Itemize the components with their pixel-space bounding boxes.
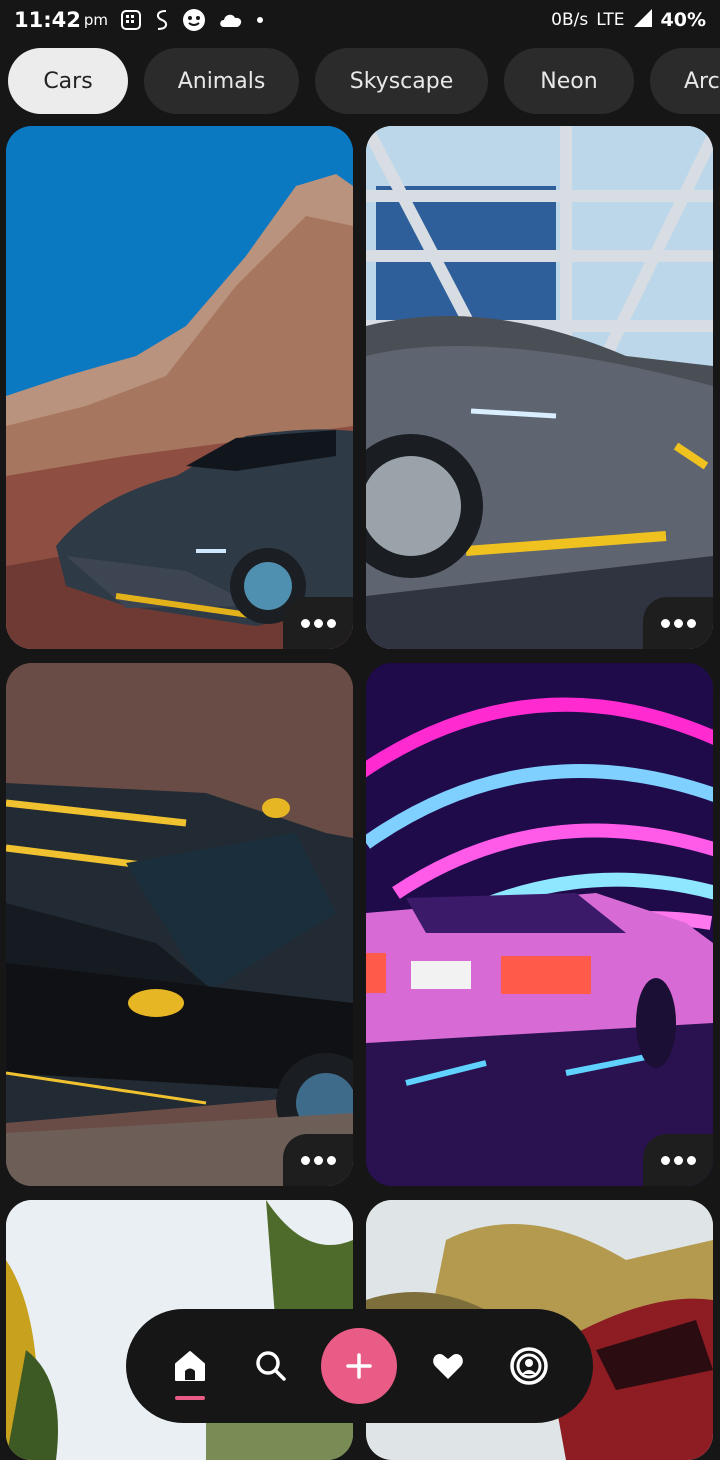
profile-icon xyxy=(509,1347,548,1385)
chip-arc[interactable]: Arc xyxy=(650,48,720,114)
home-icon xyxy=(175,1351,206,1381)
calculator-icon xyxy=(120,9,142,31)
wallpaper-card[interactable] xyxy=(366,663,713,1186)
wallpaper-card[interactable] xyxy=(6,663,353,1186)
nav-add-button[interactable] xyxy=(321,1328,398,1404)
wallpaper-image xyxy=(366,663,713,1186)
chip-neon[interactable]: Neon xyxy=(504,48,634,114)
wallpaper-card[interactable] xyxy=(6,126,353,649)
heart-icon xyxy=(433,1354,463,1379)
wallpaper-image xyxy=(6,126,353,649)
chip-skyscape[interactable]: Skyscape xyxy=(315,48,488,114)
app-notification-icon xyxy=(154,8,170,32)
active-indicator xyxy=(175,1396,206,1400)
add-icon xyxy=(346,1353,373,1379)
bottom-nav xyxy=(126,1309,593,1423)
status-right: 0B/s LTE 40% xyxy=(551,8,706,33)
cloud-icon xyxy=(218,11,244,29)
battery-level: 40% xyxy=(660,9,706,31)
nav-profile[interactable] xyxy=(499,1336,559,1396)
network-type: LTE xyxy=(596,10,625,30)
more-options-button[interactable] xyxy=(643,1134,713,1186)
wallpaper-image xyxy=(6,663,353,1186)
emoji-icon xyxy=(182,8,206,32)
signal-icon xyxy=(633,8,653,33)
search-icon xyxy=(256,1351,286,1381)
more-options-button[interactable] xyxy=(643,597,713,649)
category-chips: Cars Animals Skyscape Neon Arc xyxy=(0,48,720,116)
nav-favorites[interactable] xyxy=(418,1336,478,1396)
more-options-button[interactable] xyxy=(283,1134,353,1186)
network-speed: 0B/s xyxy=(551,10,589,30)
chip-cars[interactable]: Cars xyxy=(8,48,128,114)
wallpaper-card[interactable] xyxy=(366,126,713,649)
nav-home[interactable] xyxy=(160,1336,220,1400)
status-bar: 11:42 pm 0B/s LTE 40% xyxy=(0,0,720,40)
nav-search[interactable] xyxy=(241,1336,301,1396)
chip-animals[interactable]: Animals xyxy=(144,48,299,114)
status-time: 11:42 xyxy=(14,8,81,32)
more-options-button[interactable] xyxy=(283,597,353,649)
wallpaper-image xyxy=(366,126,713,649)
notification-dot-icon xyxy=(256,16,264,24)
status-ampm: pm xyxy=(83,11,108,29)
